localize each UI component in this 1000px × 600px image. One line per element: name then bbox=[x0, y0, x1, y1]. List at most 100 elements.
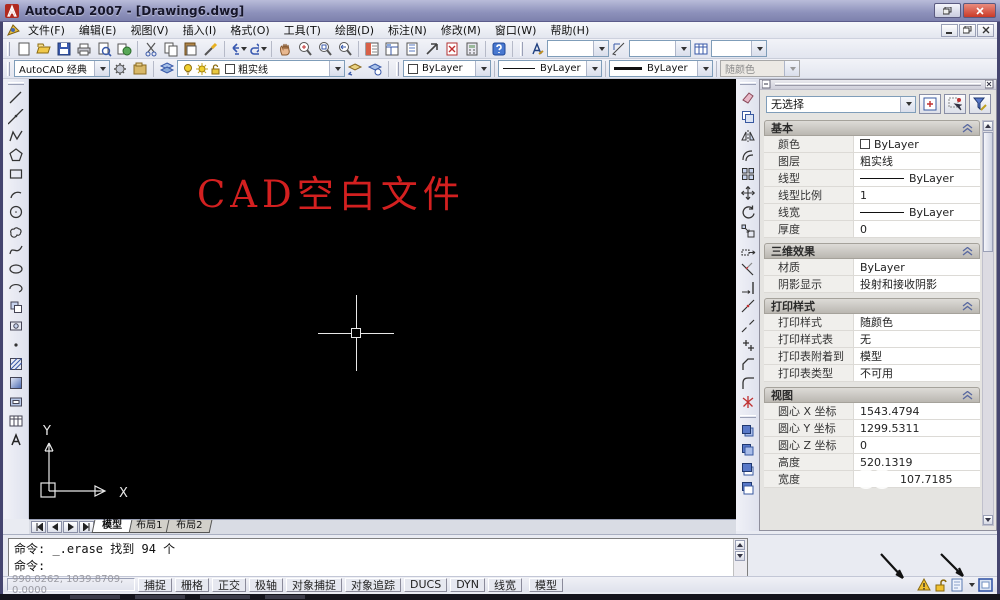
grid-toggle[interactable]: 栅格 bbox=[175, 577, 209, 592]
text-style-combo[interactable] bbox=[547, 40, 609, 57]
polar-toggle[interactable]: 极轴 bbox=[249, 577, 283, 592]
break-tool[interactable] bbox=[738, 316, 758, 335]
tab-first-button[interactable] bbox=[31, 521, 46, 533]
move-tool[interactable] bbox=[738, 183, 758, 202]
scroll-up-button[interactable] bbox=[983, 121, 993, 131]
line-tool[interactable] bbox=[6, 88, 26, 107]
table-style-combo[interactable] bbox=[711, 40, 767, 57]
prop-value-centerx[interactable]: 1543.4794 bbox=[854, 403, 980, 419]
mdi-minimize-button[interactable] bbox=[941, 23, 958, 37]
menu-window[interactable]: 窗口(W) bbox=[488, 21, 543, 39]
mdi-close-button[interactable] bbox=[977, 23, 994, 37]
menu-modify[interactable]: 修改(M) bbox=[434, 21, 488, 39]
point-tool[interactable] bbox=[6, 335, 26, 354]
lineweight-combo[interactable]: ByLayer bbox=[609, 60, 713, 77]
cut-button[interactable] bbox=[141, 40, 161, 58]
osnap-toggle[interactable]: 对象捕捉 bbox=[286, 577, 342, 592]
hatch-tool[interactable] bbox=[6, 354, 26, 373]
markupset-button[interactable] bbox=[442, 40, 462, 58]
stretch-tool[interactable] bbox=[738, 240, 758, 259]
toolbar-lock-icon[interactable] bbox=[934, 578, 948, 592]
quickcalc-button[interactable] bbox=[462, 40, 482, 58]
restore-button[interactable] bbox=[934, 3, 961, 18]
zoom-realtime-button[interactable] bbox=[295, 40, 315, 58]
layer-states-button[interactable] bbox=[365, 60, 385, 78]
cmd-scroll-up[interactable] bbox=[735, 540, 745, 550]
toolbar-grip[interactable] bbox=[739, 415, 756, 418]
ducs-toggle[interactable]: DUCS bbox=[404, 577, 448, 592]
prop-value-ltscale[interactable]: 1 bbox=[854, 187, 980, 203]
scroll-down-button[interactable] bbox=[983, 515, 993, 525]
collapse-chevron-icon[interactable] bbox=[962, 390, 973, 400]
menu-draw[interactable]: 绘图(D) bbox=[328, 21, 381, 39]
quick-select-button[interactable] bbox=[969, 94, 991, 114]
region-tool[interactable] bbox=[6, 392, 26, 411]
zoom-previous-button[interactable] bbox=[335, 40, 355, 58]
prop-value-color[interactable]: ByLayer bbox=[854, 136, 980, 152]
tab-layout2[interactable]: 布局2 bbox=[165, 520, 214, 533]
collapse-chevron-icon[interactable] bbox=[962, 246, 973, 256]
spline-tool[interactable] bbox=[6, 240, 26, 259]
gradient-tool[interactable] bbox=[6, 373, 26, 392]
redo-dropdown[interactable] bbox=[261, 46, 267, 51]
polygon-tool[interactable] bbox=[6, 145, 26, 164]
collapse-chevron-icon[interactable] bbox=[962, 301, 973, 311]
revcloud-tool[interactable] bbox=[6, 221, 26, 240]
section-header[interactable]: 视图 bbox=[764, 387, 980, 403]
command-window[interactable]: 命令: _.erase 找到 94 个 命令: bbox=[8, 538, 748, 578]
scale-tool[interactable] bbox=[738, 221, 758, 240]
layer-lock-icon[interactable] bbox=[210, 63, 221, 75]
zoom-window-button[interactable] bbox=[315, 40, 335, 58]
prop-value-plottype[interactable]: 不可用 bbox=[854, 365, 980, 381]
dyn-toggle[interactable]: DYN bbox=[450, 577, 486, 592]
toolbar-grip[interactable] bbox=[7, 61, 10, 76]
circle-tool[interactable] bbox=[6, 202, 26, 221]
scrollbar-thumb[interactable] bbox=[983, 132, 993, 252]
polyline-tool[interactable] bbox=[6, 126, 26, 145]
pan-button[interactable] bbox=[275, 40, 295, 58]
prop-value-plotattach[interactable]: 模型 bbox=[854, 348, 980, 364]
prop-value-centery[interactable]: 1299.5311 bbox=[854, 420, 980, 436]
plot-button[interactable] bbox=[74, 40, 94, 58]
tab-next-button[interactable] bbox=[63, 521, 78, 533]
layer-previous-button[interactable] bbox=[345, 60, 365, 78]
mtext-tool[interactable] bbox=[6, 430, 26, 449]
layer-combo[interactable]: 粗实线 bbox=[177, 60, 345, 77]
menu-insert[interactable]: 插入(I) bbox=[176, 21, 224, 39]
prop-value-material[interactable]: ByLayer bbox=[854, 259, 980, 275]
draworder-front-tool[interactable] bbox=[738, 421, 758, 440]
draworder-under-tool[interactable] bbox=[738, 478, 758, 497]
palette-scrollbar[interactable] bbox=[982, 120, 994, 526]
mirror-tool[interactable] bbox=[738, 126, 758, 145]
erase-tool[interactable] bbox=[738, 88, 758, 107]
redo-button[interactable] bbox=[248, 40, 268, 58]
copy-tool[interactable] bbox=[738, 107, 758, 126]
prop-value-shadow[interactable]: 投射和接收阴影 bbox=[854, 276, 980, 292]
tray-page-icon[interactable] bbox=[951, 578, 964, 592]
arc-tool[interactable] bbox=[6, 183, 26, 202]
plot-preview-button[interactable] bbox=[94, 40, 114, 58]
trim-tool[interactable] bbox=[738, 259, 758, 278]
offset-tool[interactable] bbox=[738, 145, 758, 164]
mdi-restore-button[interactable] bbox=[959, 23, 976, 37]
layer-color-swatch[interactable] bbox=[225, 63, 235, 74]
workspace-save-button[interactable] bbox=[130, 60, 150, 78]
command-prompt-line[interactable]: 命令: bbox=[14, 558, 731, 575]
menu-edit[interactable]: 编辑(E) bbox=[72, 21, 124, 39]
section-header[interactable]: 打印样式 bbox=[764, 298, 980, 314]
join-tool[interactable] bbox=[738, 335, 758, 354]
tab-model[interactable]: 模型 bbox=[91, 520, 133, 533]
prop-value-plotstyle[interactable]: 随颜色 bbox=[854, 314, 980, 330]
sheetset-button[interactable] bbox=[422, 40, 442, 58]
rectangle-tool[interactable] bbox=[6, 164, 26, 183]
layer-freeze-icon[interactable] bbox=[196, 62, 208, 75]
palette-close-icon[interactable] bbox=[985, 80, 994, 89]
make-block-tool[interactable] bbox=[6, 316, 26, 335]
layer-manager-button[interactable] bbox=[157, 60, 177, 78]
chamfer-tool[interactable] bbox=[738, 354, 758, 373]
model-toggle[interactable]: 模型 bbox=[529, 577, 564, 592]
snap-toggle[interactable]: 捕捉 bbox=[138, 577, 172, 592]
cmd-scroll-down[interactable] bbox=[735, 551, 745, 561]
toolbar-grip[interactable] bbox=[739, 82, 756, 85]
tray-dropdown-arrow[interactable] bbox=[969, 582, 975, 587]
